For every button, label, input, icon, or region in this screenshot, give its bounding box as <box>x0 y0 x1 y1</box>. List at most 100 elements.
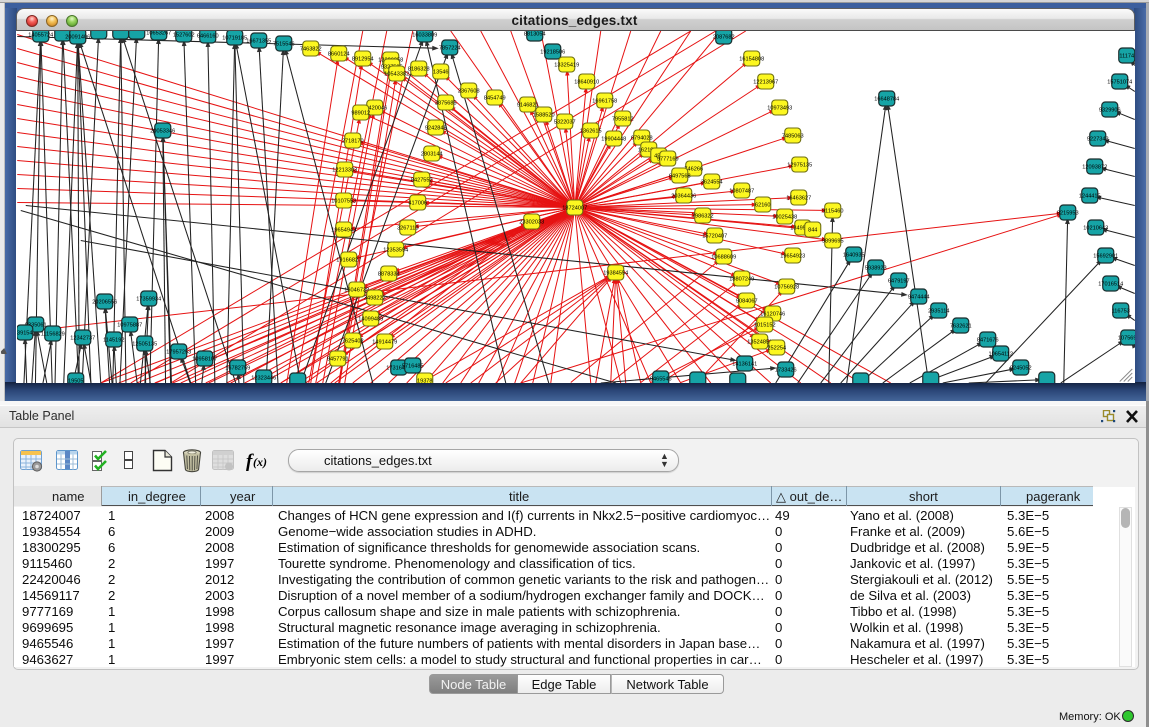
svg-text:252254: 252254 <box>767 345 786 351</box>
svg-text:9465546: 9465546 <box>649 376 671 382</box>
svg-text:10653267: 10653267 <box>146 31 171 36</box>
svg-text:10107553: 10107553 <box>331 198 356 204</box>
svg-text:7955812: 7955812 <box>611 116 633 122</box>
svg-text:9146821: 9146821 <box>516 102 538 108</box>
svg-text:1588520: 1588520 <box>532 112 554 118</box>
svg-text:62160: 62160 <box>754 202 770 208</box>
svg-text:1640935: 1640935 <box>842 252 864 258</box>
svg-text:7632621: 7632621 <box>949 323 971 329</box>
svg-text:5938923: 5938923 <box>864 265 886 271</box>
svg-text:19384554: 19384554 <box>603 270 628 276</box>
svg-text:8912954: 8912954 <box>351 56 373 62</box>
svg-text:1527602: 1527602 <box>172 32 194 38</box>
svg-text:9242848: 9242848 <box>424 125 446 131</box>
svg-text:20206556: 20206556 <box>92 299 117 305</box>
svg-text:12353594: 12353594 <box>383 247 408 253</box>
svg-text:14136141: 14136141 <box>732 361 757 367</box>
svg-text:7986322: 7986322 <box>691 213 713 219</box>
svg-text:9329906: 9329906 <box>1098 107 1120 113</box>
svg-text:20091406: 20091406 <box>65 34 90 40</box>
svg-text:11174: 11174 <box>1119 53 1134 59</box>
svg-text:17359934: 17359934 <box>136 296 161 302</box>
svg-text:15720407: 15720407 <box>702 233 727 239</box>
svg-text:13546: 13546 <box>432 69 448 75</box>
svg-text:9227343: 9227343 <box>1086 136 1108 142</box>
svg-text:19218506: 19218506 <box>540 49 565 55</box>
svg-text:9899695: 9899695 <box>821 238 843 244</box>
svg-text:16782759: 16782759 <box>225 365 250 371</box>
svg-text:5716485: 5716485 <box>401 363 423 369</box>
svg-text:15692901: 15692901 <box>1093 253 1118 259</box>
svg-text:39154: 39154 <box>17 330 33 336</box>
svg-text:7463822: 7463822 <box>299 46 321 52</box>
svg-text:19505: 19505 <box>67 378 83 383</box>
svg-text:1244415: 1244415 <box>1078 193 1100 199</box>
svg-text:12342737: 12342737 <box>70 335 95 341</box>
svg-text:3875685: 3875685 <box>434 100 456 106</box>
svg-text:8878334: 8878334 <box>377 271 399 277</box>
svg-text:16671355: 16671355 <box>246 38 271 44</box>
svg-text:18640910: 18640910 <box>574 79 599 85</box>
svg-text:10973493: 10973493 <box>767 105 792 111</box>
svg-text:8186328: 8186328 <box>407 66 429 72</box>
svg-text:23302033: 23302033 <box>519 219 544 225</box>
svg-text:14055724: 14055724 <box>28 32 53 38</box>
svg-text:10756928: 10756928 <box>774 284 799 290</box>
svg-text:10654112: 10654112 <box>988 351 1012 357</box>
svg-text:1733426: 1733426 <box>774 367 796 373</box>
svg-text:3267110: 3267110 <box>397 225 418 231</box>
svg-text:15751074: 15751074 <box>1107 79 1132 85</box>
svg-text:16120746: 16120746 <box>760 311 785 317</box>
svg-text:7857224: 7857224 <box>438 45 460 51</box>
svg-text:12975135: 12975135 <box>787 162 812 168</box>
svg-text:417006: 417006 <box>408 200 427 206</box>
svg-text:9245052: 9245052 <box>1009 365 1031 371</box>
svg-text:8215953: 8215953 <box>1056 210 1078 216</box>
svg-text:2087682: 2087682 <box>712 34 734 40</box>
svg-text:18724007: 18724007 <box>562 205 587 211</box>
svg-text:11156829: 11156829 <box>40 331 64 337</box>
svg-text:5322037: 5322037 <box>553 119 575 125</box>
svg-text:8660124: 8660124 <box>327 51 349 57</box>
svg-text:8471676: 8471676 <box>976 337 998 343</box>
svg-text:8427552: 8427552 <box>410 177 432 183</box>
svg-text:7485063: 7485063 <box>781 133 803 139</box>
svg-text:9777169: 9777169 <box>656 156 678 162</box>
svg-text:19378: 19378 <box>416 378 432 383</box>
svg-text:12505135: 12505135 <box>132 341 157 347</box>
svg-text:2718170: 2718170 <box>341 138 363 144</box>
svg-text:844: 844 <box>808 227 817 233</box>
svg-text:16033809: 16033809 <box>412 32 437 38</box>
svg-text:16463627: 16463627 <box>786 195 811 201</box>
svg-text:7625402: 7625402 <box>341 338 363 344</box>
svg-text:20053346: 20053346 <box>150 128 175 134</box>
svg-text:116753: 116753 <box>1111 308 1129 314</box>
svg-text:1145192: 1145192 <box>103 337 124 343</box>
svg-text:9457791: 9457791 <box>326 356 348 362</box>
svg-text:17016514: 17016514 <box>1098 281 1123 287</box>
svg-text:1015152: 1015152 <box>753 322 775 328</box>
svg-text:10025438: 10025438 <box>772 214 797 220</box>
svg-text:19654923: 19654923 <box>780 253 805 259</box>
svg-text:13325419: 13325419 <box>554 62 579 68</box>
svg-text:12093872: 12093872 <box>1082 164 1107 170</box>
svg-text:10688609: 10688609 <box>711 254 736 260</box>
svg-text:2367608: 2367608 <box>457 88 479 94</box>
svg-text:14099489: 14099489 <box>358 316 383 322</box>
svg-text:14914479: 14914479 <box>372 339 397 345</box>
svg-text:16961758: 16961758 <box>592 98 617 104</box>
svg-text:16046738: 16046738 <box>344 287 369 293</box>
svg-text:6466160: 6466160 <box>196 33 218 39</box>
svg-text:19166827: 19166827 <box>336 257 361 263</box>
svg-text:(x): (x) <box>253 455 267 469</box>
svg-text:989012: 989012 <box>351 110 370 116</box>
svg-text:8454749: 8454749 <box>483 95 505 101</box>
svg-text:1362615: 1362615 <box>579 128 601 134</box>
svg-text:1075692: 1075692 <box>1117 335 1134 341</box>
svg-text:17957253: 17957253 <box>166 349 191 355</box>
svg-text:10719185: 10719185 <box>222 35 247 41</box>
svg-text:10958107: 10958107 <box>192 356 217 362</box>
svg-text:12213303: 12213303 <box>332 167 357 173</box>
svg-text:19904448: 19904448 <box>601 136 626 142</box>
svg-text:9115460: 9115460 <box>822 208 843 214</box>
